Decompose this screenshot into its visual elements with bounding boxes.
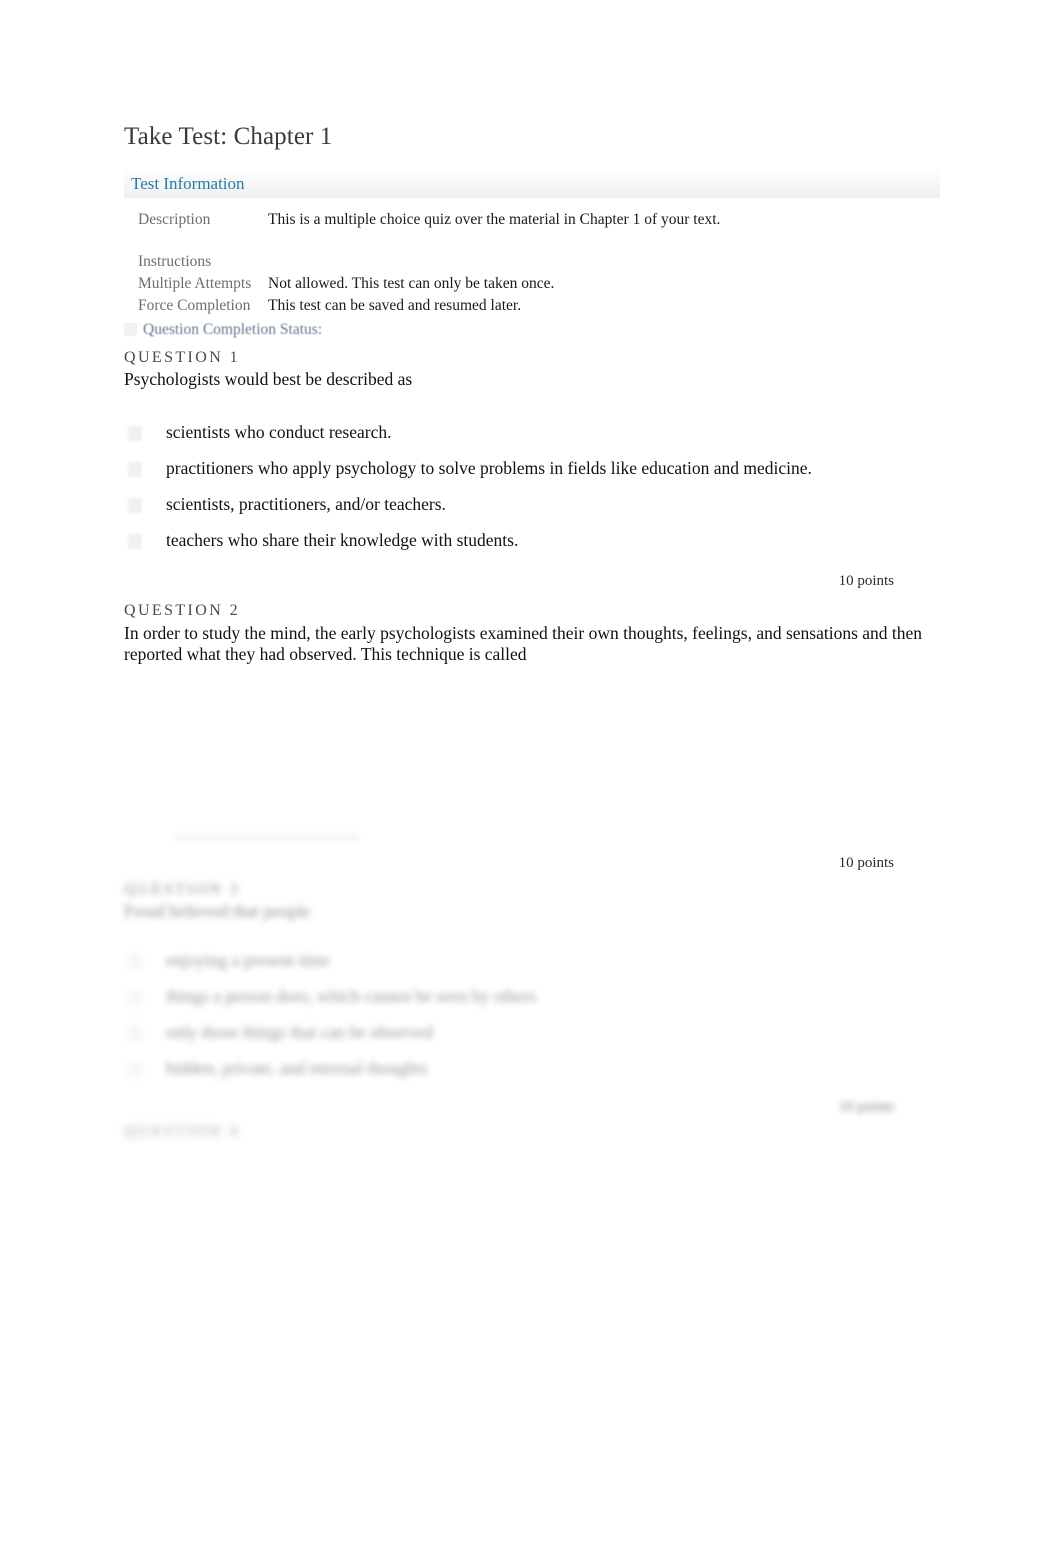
status-square-icon xyxy=(124,323,137,337)
option-b-label: things a person does, which cannot be se… xyxy=(166,985,537,1006)
option-a[interactable]: scientists who conduct research. xyxy=(124,421,940,443)
option-b[interactable]: practitioners who apply psychology to so… xyxy=(124,457,940,479)
question-1-options: scientists who conduct research. practit… xyxy=(124,421,940,551)
question-1-label: QUESTION 1 xyxy=(124,348,240,366)
table-row: Description This is a multiple choice qu… xyxy=(124,210,824,252)
question-3-text: Freud believed that people xyxy=(124,901,311,922)
question-1: QUESTION 1 Psychologists would best be d… xyxy=(124,348,940,590)
question-3-points: 10 points xyxy=(838,1098,894,1115)
radio-button-icon[interactable] xyxy=(128,953,142,969)
question-2-points-wrap: 10 points xyxy=(124,838,950,887)
option-d-label: teachers who share their knowledge with … xyxy=(166,529,519,550)
question-2-points: 10 points xyxy=(814,838,950,887)
question-2-text: In order to study the mind, the early ps… xyxy=(124,622,923,665)
question-3-label: QUESTION 3 xyxy=(124,880,240,898)
row-value-multiple-attempts: Not allowed. This test can only be taken… xyxy=(268,275,555,292)
option-c-label: only those things that can be observed xyxy=(166,1021,434,1042)
radio-button-icon[interactable] xyxy=(128,461,142,477)
radio-button-icon[interactable] xyxy=(128,1061,142,1077)
option-c[interactable]: only those things that can be observed xyxy=(124,1021,940,1043)
option-c[interactable]: scientists, practitioners, and/or teache… xyxy=(124,493,940,515)
table-row: Multiple Attempts Not allowed. This test… xyxy=(124,274,824,296)
radio-button-icon[interactable] xyxy=(128,533,142,549)
row-label-instructions: Instructions xyxy=(138,253,212,270)
row-label-multiple-attempts: Multiple Attempts xyxy=(138,275,252,292)
test-page: Take Test: Chapter 1 Test Information De… xyxy=(124,0,950,1143)
row-label-description: Description xyxy=(138,211,211,228)
radio-button-icon[interactable] xyxy=(128,989,142,1005)
question-1-text: Psychologists would best be described as xyxy=(124,369,413,390)
question-2: QUESTION 2 In order to study the mind, t… xyxy=(124,601,940,666)
question-2-label: QUESTION 2 xyxy=(124,601,240,619)
option-c-label: scientists, practitioners, and/or teache… xyxy=(166,493,446,514)
question-completion-status[interactable]: Question Completion Status: xyxy=(124,322,940,338)
option-a-label: enjoying a present time xyxy=(166,949,330,970)
page-title: Take Test: Chapter 1 xyxy=(124,123,333,150)
test-information-title: Test Information xyxy=(131,173,245,193)
option-d[interactable]: hidden, private, and internal thoughts xyxy=(124,1057,940,1079)
test-information-header: Test Information xyxy=(124,169,940,198)
test-information-table: Description This is a multiple choice qu… xyxy=(124,210,824,318)
radio-button-icon[interactable] xyxy=(128,497,142,513)
question-2-divider xyxy=(124,835,940,839)
option-a-label: scientists who conduct research. xyxy=(166,421,392,442)
question-3: QUESTION 3 Freud believed that people en… xyxy=(124,880,940,1116)
row-value-description: This is a multiple choice quiz over the … xyxy=(268,211,721,228)
table-row: Force Completion This test can be saved … xyxy=(124,296,824,318)
radio-button-icon[interactable] xyxy=(128,1025,142,1041)
table-row: Instructions xyxy=(124,252,824,274)
question-4: QUESTION 4 xyxy=(124,1122,940,1143)
option-a[interactable]: enjoying a present time xyxy=(124,949,940,971)
row-label-force-completion: Force Completion xyxy=(138,297,251,314)
option-d[interactable]: teachers who share their knowledge with … xyxy=(124,529,940,551)
question-completion-status-label: Question Completion Status: xyxy=(143,321,323,338)
row-value-instructions xyxy=(258,252,824,274)
option-d-label: hidden, private, and internal thoughts xyxy=(166,1057,428,1078)
option-b-label: practitioners who apply psychology to so… xyxy=(166,457,812,478)
question-3-options: enjoying a present time things a person … xyxy=(124,949,940,1079)
question-4-label: QUESTION 4 xyxy=(124,1122,240,1140)
question-1-points: 10 points xyxy=(838,572,894,589)
row-value-force-completion: This test can be saved and resumed later… xyxy=(268,297,522,314)
radio-button-icon[interactable] xyxy=(128,425,142,441)
option-b[interactable]: things a person does, which cannot be se… xyxy=(124,985,940,1007)
